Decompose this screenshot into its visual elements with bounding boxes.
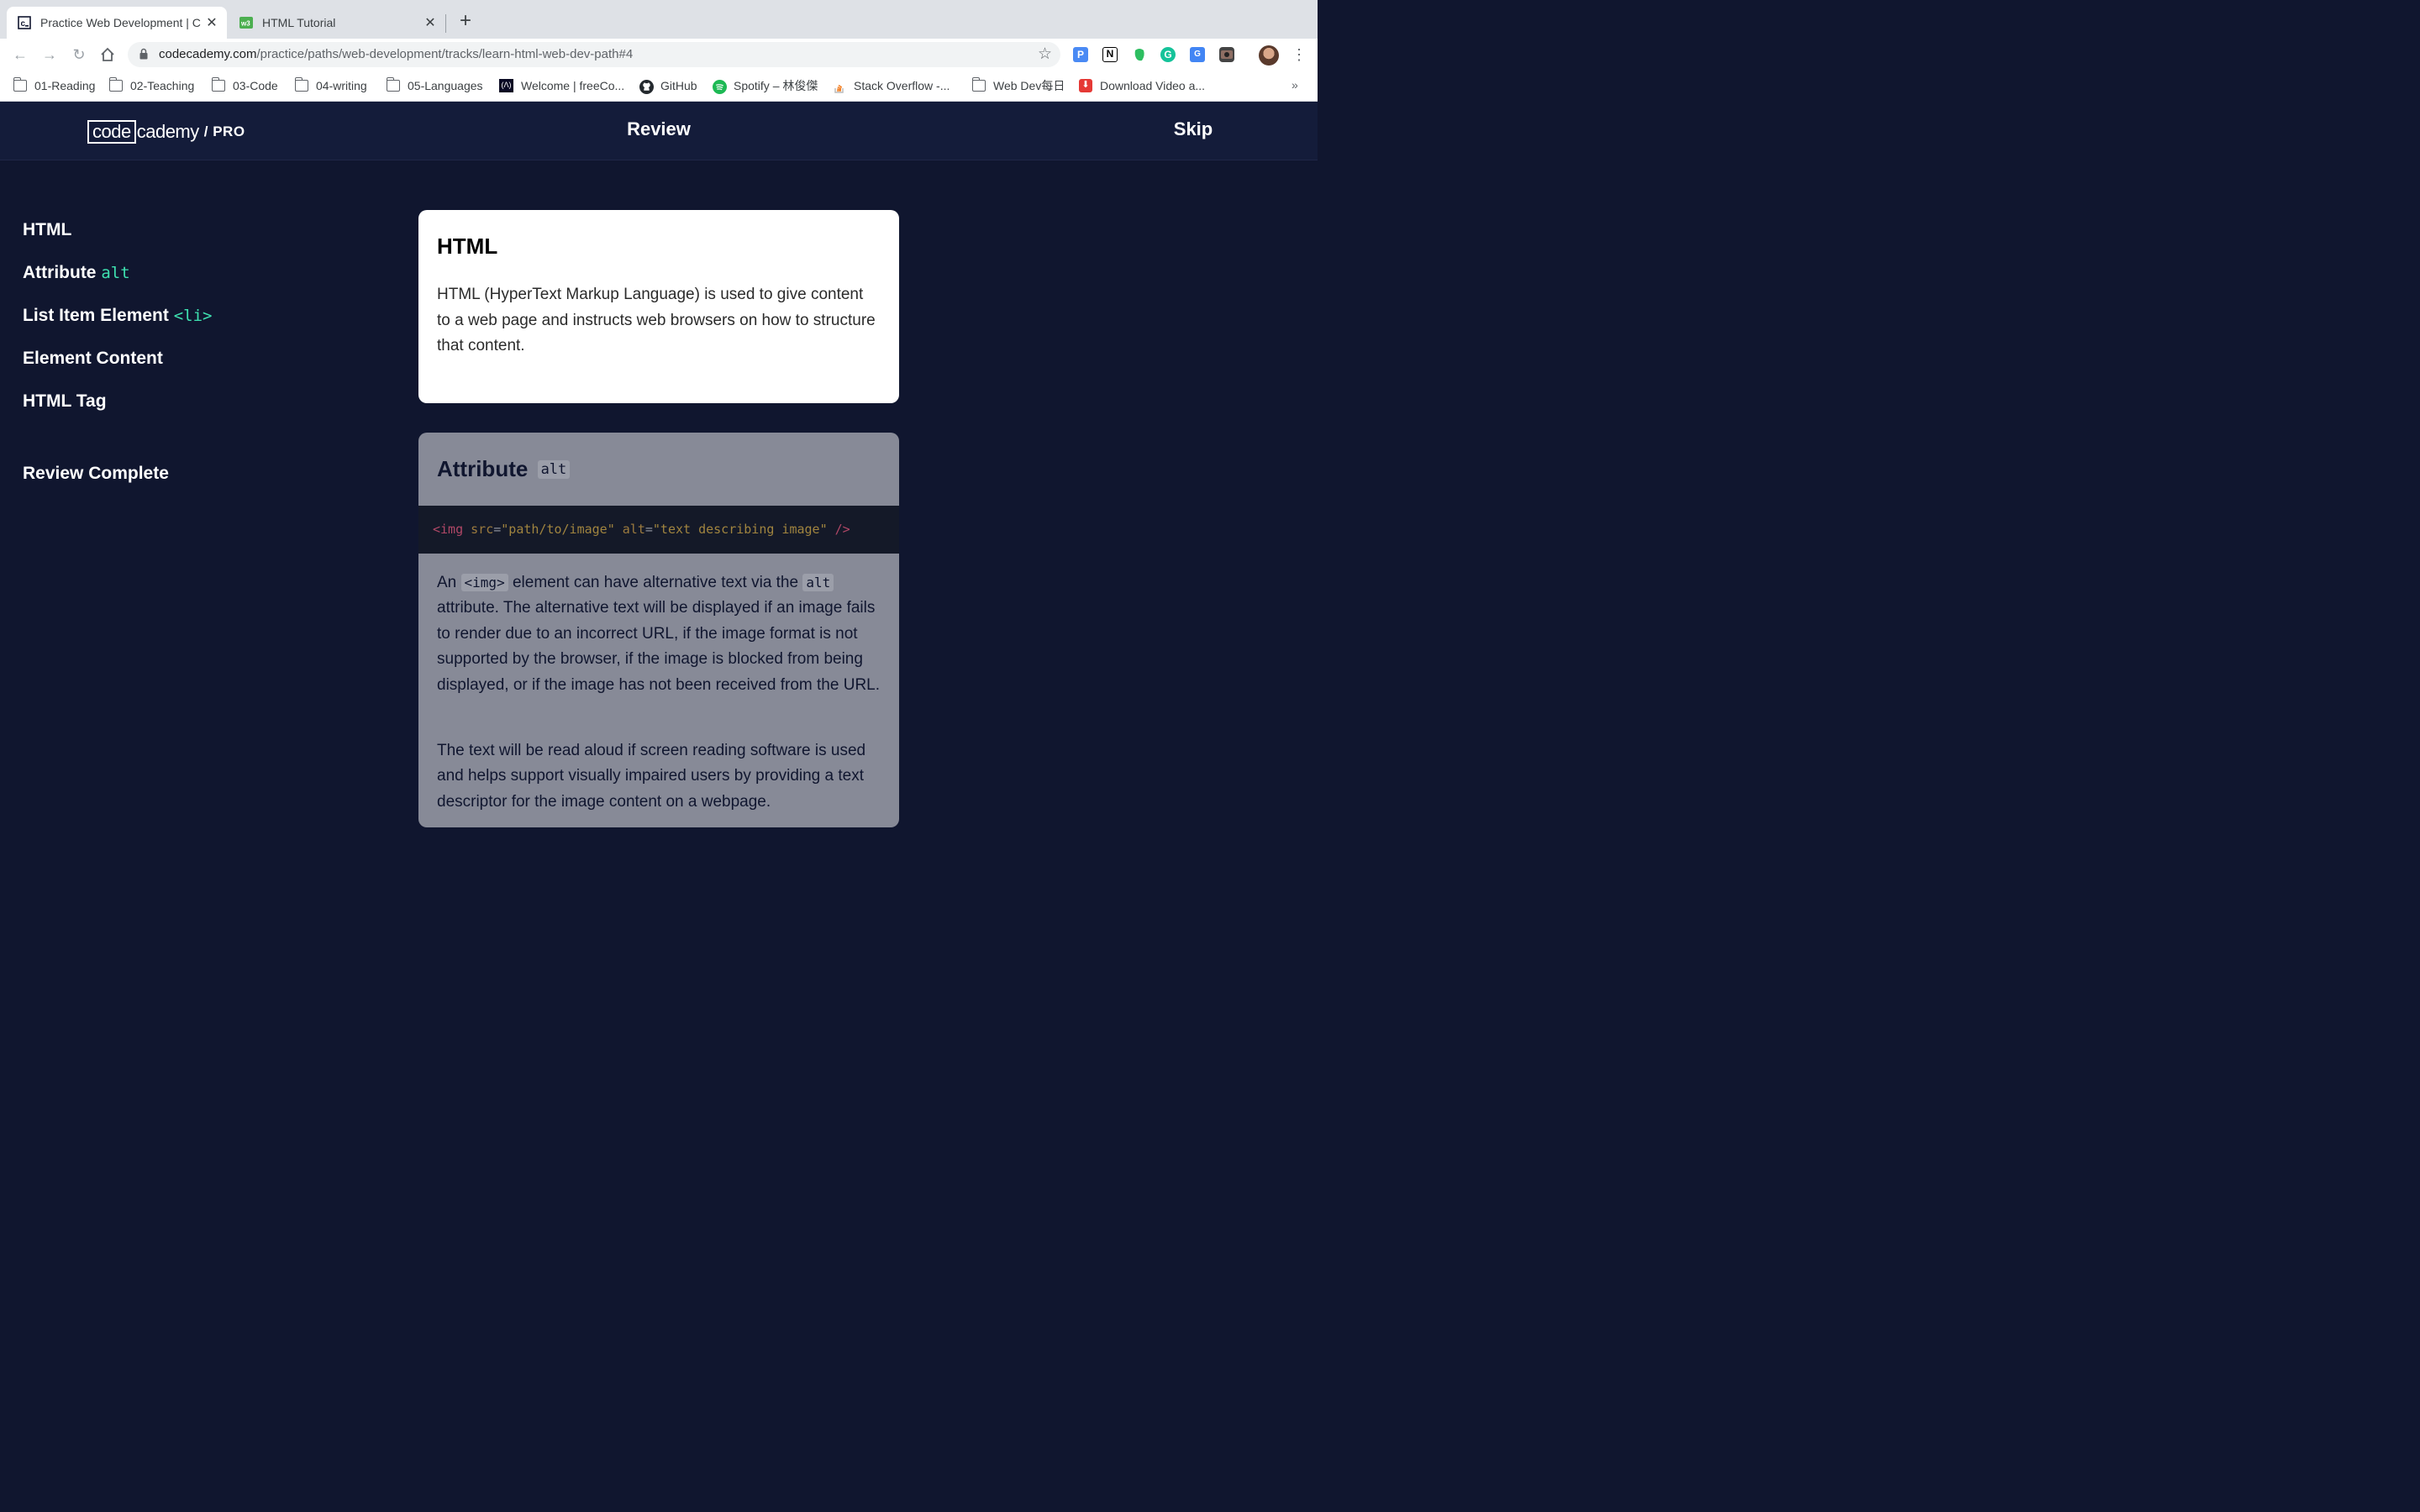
bookmark-web-dev[interactable]: Web Dev每日 <box>972 77 1065 93</box>
card-title: Attribute alt <box>437 456 571 482</box>
menu-kebab-icon[interactable]: ⋮ <box>1292 45 1307 64</box>
code-line: <img src="path/to/image" alt="text descr… <box>433 522 850 537</box>
extension-p-icon[interactable]: P <box>1073 47 1088 62</box>
sidebar-item-element-content[interactable]: Element Content <box>23 349 163 369</box>
new-tab-icon[interactable]: + <box>455 11 476 31</box>
card-body: The text will be read aloud if screen re… <box>437 742 866 811</box>
close-icon[interactable]: ✕ <box>203 14 220 31</box>
folder-icon <box>295 77 308 92</box>
address-bar[interactable]: codecademy.com/practice/paths/web-develo… <box>128 42 1060 67</box>
grammarly-icon[interactable]: G <box>1160 47 1176 62</box>
profile-avatar[interactable] <box>1259 45 1279 66</box>
bookmark-04-writing[interactable]: 04-writing <box>295 77 367 93</box>
folder-icon <box>972 77 986 92</box>
spotify-icon <box>713 80 727 94</box>
tab-bar: c Practice Web Development | C ✕ w3 HTML… <box>0 0 1318 39</box>
card-body: An <img> element can have alternative te… <box>437 574 881 694</box>
card-body: HTML (HyperText Markup Language) is used… <box>437 286 876 354</box>
lock-icon <box>139 48 148 60</box>
bookmark-05-languages[interactable]: 05-Languages <box>387 77 483 93</box>
bookmark-spotify[interactable]: Spotify – 林俊傑 <box>713 78 818 94</box>
bookmark-03-code[interactable]: 03-Code <box>212 77 278 93</box>
url-text: codecademy.com/practice/paths/web-develo… <box>159 47 634 61</box>
more-bookmarks-icon[interactable]: » <box>1292 78 1298 92</box>
w3schools-icon: w3 <box>239 15 254 30</box>
google-translate-icon[interactable]: G <box>1190 47 1205 62</box>
sidebar-item-html[interactable]: HTML <box>23 220 71 240</box>
codecademy-icon: c <box>17 15 32 30</box>
tab-html-tutorial[interactable]: w3 HTML Tutorial ✕ <box>229 7 445 39</box>
download-icon: ⬇ <box>1079 79 1092 92</box>
page-title: Review <box>627 118 691 139</box>
freecodecamp-icon: (Λ) <box>499 79 513 92</box>
bookmark-stack-overflow[interactable]: Stack Overflow -... <box>833 78 950 93</box>
evernote-icon[interactable] <box>1132 47 1147 62</box>
stackoverflow-icon <box>833 80 846 93</box>
review-card-attribute-alt: Attribute alt <img src="path/to/image" a… <box>418 433 899 827</box>
camera-icon[interactable] <box>1219 47 1234 62</box>
folder-icon <box>387 77 400 92</box>
svg-text:c: c <box>21 19 26 29</box>
forward-icon[interactable]: → <box>40 45 59 64</box>
bookmark-github[interactable]: GitHub <box>639 78 697 94</box>
home-icon[interactable] <box>98 45 117 64</box>
github-icon <box>639 80 654 94</box>
folder-icon <box>13 77 27 92</box>
folder-icon <box>109 77 123 92</box>
sidebar-review-complete[interactable]: Review Complete <box>23 464 169 484</box>
tab-separator <box>445 14 446 33</box>
svg-text:w3: w3 <box>240 20 250 28</box>
review-card-html: HTML HTML (HyperText Markup Language) is… <box>418 210 899 403</box>
sidebar-item-attribute-alt[interactable]: Attribute alt <box>23 263 130 283</box>
tab-title: Practice Web Development | C <box>40 16 201 29</box>
codecademy-pro-logo[interactable]: code cademy / PRO <box>87 120 245 144</box>
bookmark-freecodecamp[interactable]: (Λ) Welcome | freeCo... <box>499 78 624 93</box>
reload-icon[interactable]: ↻ <box>70 45 88 64</box>
sidebar-item-list-item-element[interactable]: List Item Element <li> <box>23 306 212 326</box>
bookmarks-bar: 01-Reading 02-Teaching 03-Code 04-writin… <box>0 71 1318 102</box>
tab-practice-web-development[interactable]: c Practice Web Development | C ✕ <box>7 7 227 39</box>
browser-toolbar: ← → ↻ codecademy.com/practice/paths/web-… <box>0 39 1318 71</box>
sidebar-item-html-tag[interactable]: HTML Tag <box>23 391 107 412</box>
bookmark-01-reading[interactable]: 01-Reading <box>13 77 95 93</box>
folder-icon <box>212 77 225 92</box>
back-icon[interactable]: ← <box>11 45 29 64</box>
close-icon[interactable]: ✕ <box>422 14 439 31</box>
bookmark-02-teaching[interactable]: 02-Teaching <box>109 77 194 93</box>
card-title: HTML <box>437 234 498 259</box>
skip-button[interactable]: Skip <box>1160 118 1227 140</box>
tab-title: HTML Tutorial <box>262 16 336 29</box>
bookmark-star-icon[interactable]: ☆ <box>1038 45 1052 64</box>
notion-icon[interactable]: N <box>1102 47 1118 62</box>
code-example: <img src="path/to/image" alt="text descr… <box>418 506 899 554</box>
bookmark-download-video[interactable]: ⬇ Download Video a... <box>1079 78 1205 93</box>
